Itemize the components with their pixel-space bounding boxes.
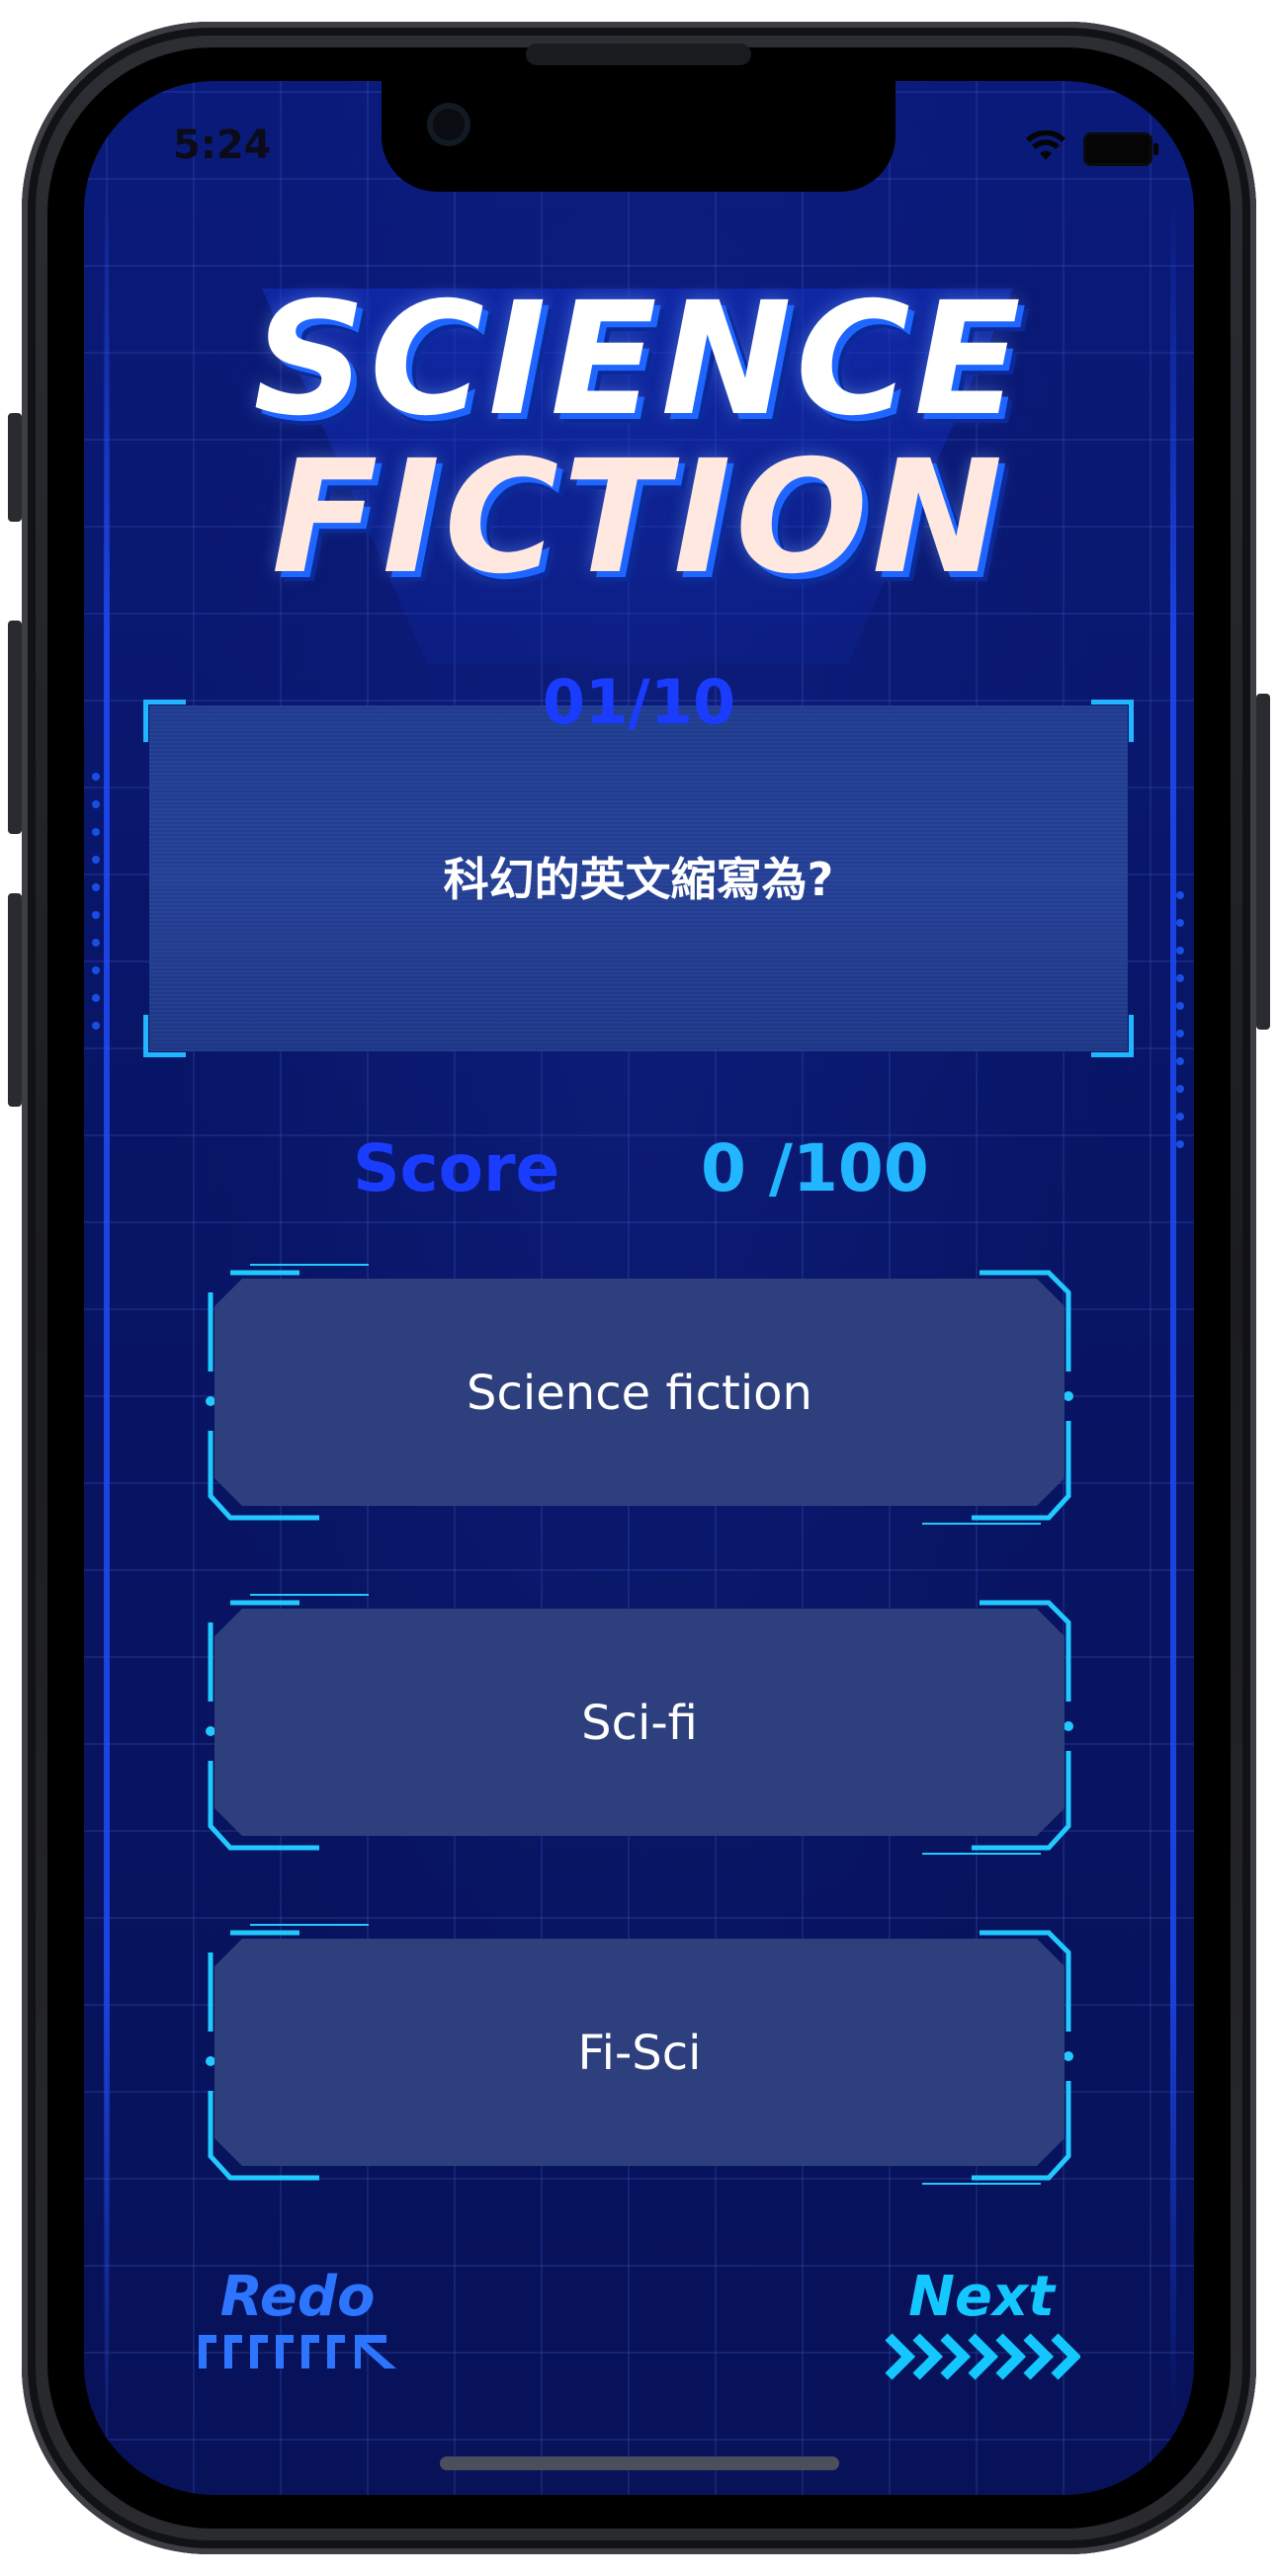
power-button: [1256, 694, 1270, 1030]
answer-option-3[interactable]: Fi-Sci: [191, 1923, 1088, 2190]
volume-up-button: [8, 621, 22, 834]
home-indicator[interactable]: [440, 2456, 839, 2470]
status-time: 5:24: [173, 123, 272, 168]
app-screen: 5:24 SCIENCE FICTION 科幻的英文縮寫為? 01/10 Sco…: [84, 81, 1194, 2495]
volume-down-button: [8, 893, 22, 1107]
silent-switch: [8, 413, 22, 522]
game-title-line1: SCIENCE: [253, 269, 1025, 451]
answer-option-label: Science fiction: [467, 1366, 812, 1421]
question-text: 科幻的英文縮寫為?: [443, 853, 834, 906]
next-chevrons-icon: [885, 2333, 1082, 2380]
redo-label: Redo: [219, 2265, 376, 2329]
frame-corner-icon: [1091, 1015, 1134, 1057]
next-label: Next: [908, 2265, 1055, 2329]
redo-arrows-icon: [199, 2335, 396, 2368]
wifi-icon: [1026, 130, 1065, 160]
question-counter: 01/10: [542, 666, 736, 738]
answer-option-label: Sci-fi: [581, 1696, 698, 1751]
answer-option-2[interactable]: Sci-fi: [191, 1593, 1088, 1860]
score-label: Score: [353, 1130, 560, 1206]
next-button[interactable]: Next: [883, 2265, 1082, 2403]
redo-button[interactable]: Redo: [199, 2265, 396, 2383]
game-title-line2: FICTION: [271, 427, 1007, 609]
question-card: 科幻的英文縮寫為?: [143, 700, 1134, 1057]
left-dot-strip: [92, 773, 102, 1049]
battery-icon: [1083, 132, 1158, 166]
score-value: 0 /100: [701, 1130, 929, 1206]
front-camera-icon: [427, 103, 470, 146]
frame-corner-icon: [143, 1015, 186, 1057]
speaker-grille: [526, 43, 751, 65]
answer-option-label: Fi-Sci: [577, 2026, 702, 2081]
right-dot-strip: [1176, 891, 1186, 1168]
answer-option-1[interactable]: Science fiction: [191, 1263, 1088, 1530]
